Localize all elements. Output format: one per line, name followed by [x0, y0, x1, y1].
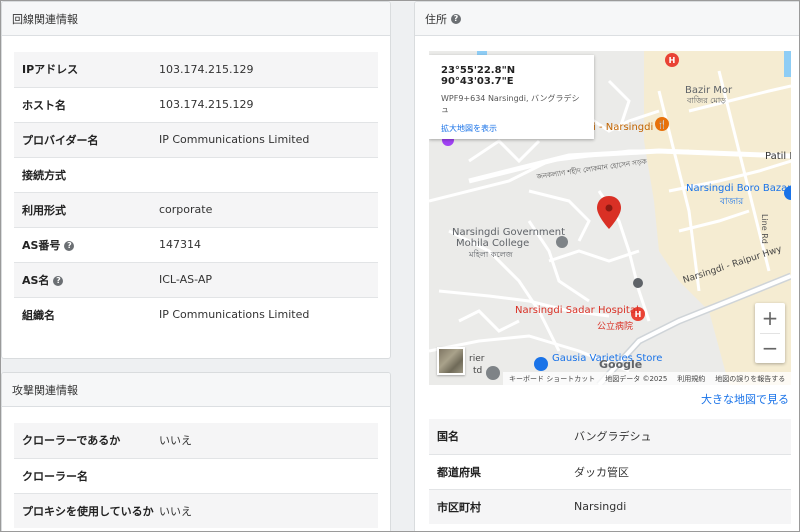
row-value-country: バングラデシュ [574, 419, 791, 454]
map-info-card: 23°55'22.8"N 90°43'03.7"E WPF9+634 Narsi… [429, 55, 594, 139]
map-label: Bazir Mor [685, 85, 733, 96]
table-row: クローラーであるか いいえ [14, 423, 378, 458]
table-row: AS名? ICL-AS-AP [14, 261, 378, 297]
map-plus-code: WPF9+634 Narsingdi, バングラデシュ [441, 94, 580, 114]
address-header: 住所 ? [415, 2, 799, 36]
map-label: Narsingdi Government [452, 227, 565, 238]
table-row: 都道府県 ダッカ管区 [429, 453, 791, 489]
enlarge-map-link[interactable]: 拡大地図を表示 [441, 123, 582, 134]
row-label-crawler: クローラーであるか [14, 423, 159, 458]
table-row: プロキシを使用しているか いいえ [14, 492, 378, 528]
satellite-toggle-thumbnail[interactable] [437, 347, 465, 375]
row-value-as-name: ICL-AS-AP [159, 261, 378, 297]
row-label-ip: IPアドレス [14, 52, 159, 87]
line-info-header: 回線関連情報 [2, 2, 390, 36]
attack-info-panel: 攻撃関連情報 クローラーであるか いいえ クローラー名 プロキシを使用しているか… [1, 372, 391, 531]
address-title: 住所 [425, 12, 447, 26]
line-info-panel: 回線関連情報 IPアドレス 103.174.215.129 ホスト名 103.1… [1, 1, 391, 359]
row-value-crawler-name [159, 457, 378, 493]
attack-info-table: クローラーであるか いいえ クローラー名 プロキシを使用しているか いいえ [14, 423, 378, 528]
map-label: Mohila College [456, 238, 529, 249]
row-value-crawler: いいえ [159, 423, 378, 458]
line-info-table: IPアドレス 103.174.215.129 ホスト名 103.174.215.… [14, 52, 378, 332]
map-label: 公立病院 [597, 320, 633, 332]
map-label: Narsingdi Sadar Hospital [515, 305, 639, 316]
zoom-controls: + − [755, 303, 785, 363]
row-value-usage: corporate [159, 191, 378, 227]
map-label: i - Narsingdi [593, 122, 653, 133]
table-row: 組織名 IP Communications Limited [14, 296, 378, 332]
map-label: Narsingdi Boro Bazar [686, 183, 791, 194]
map-embed[interactable]: H 🍴 H Bazir Mor বাজির মোড় i - Narsingdi… [429, 51, 791, 385]
hospital-icon: H [669, 56, 676, 65]
row-label-host: ホスト名 [14, 86, 159, 122]
keyboard-shortcuts-link[interactable]: キーボード ショートカット [509, 374, 595, 384]
bigger-map-link[interactable]: 大きな地図で見る [701, 391, 789, 407]
row-label-as-name: AS名? [14, 261, 159, 297]
row-value-as-number: 147314 [159, 226, 378, 262]
map-label: বাজির মোড় [686, 96, 726, 105]
row-value-city: Narsingdi [574, 488, 791, 524]
screen: 回線関連情報 IPアドレス 103.174.215.129 ホスト名 103.1… [0, 0, 800, 532]
line-info-title: 回線関連情報 [12, 12, 78, 26]
table-row: クローラー名 [14, 457, 378, 493]
restaurant-icon: 🍴 [657, 119, 667, 129]
attack-info-title: 攻撃関連情報 [12, 383, 78, 397]
table-row: ホスト名 103.174.215.129 [14, 86, 378, 122]
table-row: IPアドレス 103.174.215.129 [14, 52, 378, 87]
row-label-as-number: AS番号? [14, 226, 159, 262]
map-label: td [473, 366, 482, 376]
zoom-out-button[interactable]: − [755, 333, 785, 363]
row-label-country: 国名 [429, 419, 574, 454]
terms-link[interactable]: 利用規約 [677, 374, 705, 384]
table-row: プロバイダー名 IP Communications Limited [14, 121, 378, 157]
help-icon[interactable]: ? [451, 13, 461, 24]
row-label-provider: プロバイダー名 [14, 121, 159, 157]
row-label-org: 組織名 [14, 296, 159, 332]
table-row: 国名 バングラデシュ [429, 419, 791, 454]
row-label-prefecture: 都道府県 [429, 453, 574, 489]
zoom-divider [760, 333, 780, 334]
row-label-connection: 接続方式 [14, 156, 159, 192]
row-value-org: IP Communications Limited [159, 296, 378, 332]
report-error-link[interactable]: 地図の誤りを報告する [715, 374, 785, 384]
zoom-in-button[interactable]: + [755, 303, 785, 333]
row-label-proxy: プロキシを使用しているか [14, 492, 159, 528]
google-logo: Google [599, 358, 643, 371]
row-value-proxy: いいえ [159, 492, 378, 528]
row-label-city: 市区町村 [429, 488, 574, 524]
row-value-connection [159, 156, 378, 192]
address-table: 国名 バングラデシュ 都道府県 ダッカ管区 市区町村 Narsingdi [429, 419, 791, 524]
map-label: Patil B [765, 151, 791, 162]
table-row: AS番号? 147314 [14, 226, 378, 262]
row-value-prefecture: ダッカ管区 [574, 453, 791, 489]
map-label: Line Rd [760, 214, 769, 244]
map-footer: キーボード ショートカット 地図データ ©2025 利用規約 地図の誤りを報告す… [503, 372, 791, 385]
as-name-label: AS名 [22, 273, 50, 287]
attack-info-header: 攻撃関連情報 [2, 373, 390, 407]
map-data-text: 地図データ ©2025 [605, 374, 668, 383]
help-icon[interactable]: ? [64, 240, 75, 251]
map-label: বাজার [719, 197, 744, 207]
table-row: 利用形式 corporate [14, 191, 378, 227]
map-coordinates: 23°55'22.8"N 90°43'03.7"E [441, 65, 516, 87]
help-icon[interactable]: ? [53, 275, 64, 286]
map-label: মহিলা কলেজ [468, 250, 514, 259]
row-label-usage: 利用形式 [14, 191, 159, 227]
row-label-crawler-name: クローラー名 [14, 457, 159, 493]
row-value-provider: IP Communications Limited [159, 121, 378, 157]
table-row: 接続方式 [14, 156, 378, 192]
map-label: rier [469, 354, 485, 364]
row-value-ip: 103.174.215.129 [159, 52, 378, 87]
table-row: 市区町村 Narsingdi [429, 488, 791, 524]
as-number-label: AS番号 [22, 238, 61, 252]
row-value-host: 103.174.215.129 [159, 86, 378, 122]
